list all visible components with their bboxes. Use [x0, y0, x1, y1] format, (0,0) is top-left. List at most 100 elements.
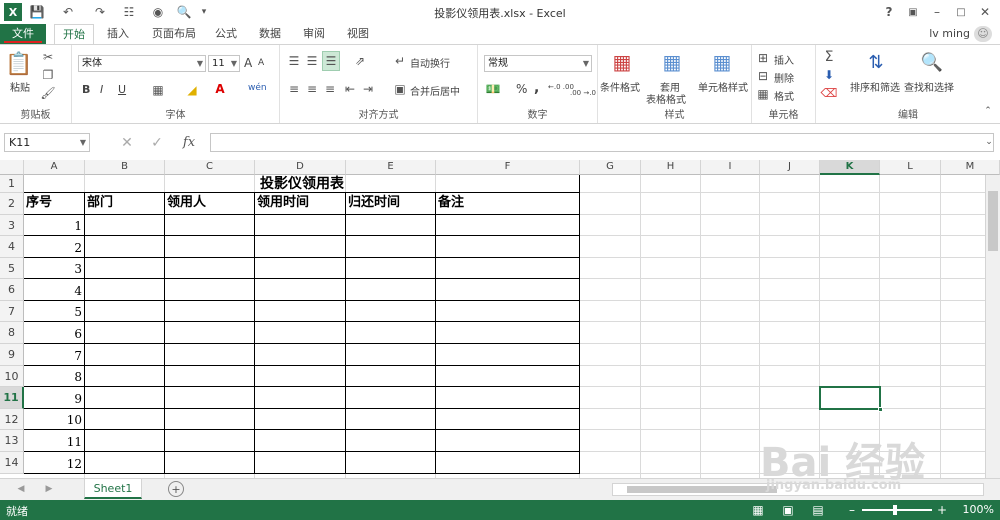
next-sheet-icon[interactable]: ▶ — [42, 482, 56, 496]
zoom-out-icon[interactable]: – — [846, 502, 858, 518]
wrap-text-icon[interactable]: ↵ — [392, 53, 408, 69]
horizontal-scroll-thumb[interactable] — [627, 486, 777, 493]
sequence-number-cell[interactable]: 12 — [24, 452, 82, 474]
sequence-number-cell[interactable]: 11 — [24, 430, 82, 452]
fill-color-icon[interactable]: ◢ — [184, 82, 200, 98]
close-icon[interactable]: ✕ — [976, 3, 994, 21]
row-header-7[interactable]: 7 — [0, 301, 24, 322]
column-header-f[interactable]: F — [436, 160, 580, 175]
align-middle-icon[interactable]: ☰ — [304, 53, 320, 69]
comma-button[interactable]: , — [534, 80, 539, 96]
page-break-view-icon[interactable]: ▤ — [810, 502, 826, 518]
insert-cells-button[interactable]: 插入 — [774, 52, 794, 67]
merge-center-button[interactable]: 合并后居中 — [410, 83, 460, 98]
tab-home[interactable]: 开始 — [54, 24, 94, 45]
phonetic-button[interactable]: wén — [248, 83, 267, 93]
underline-button[interactable]: U — [118, 83, 126, 96]
cut-icon[interactable]: ✂ — [40, 49, 56, 65]
column-header-l[interactable]: L — [880, 160, 941, 175]
align-top-icon[interactable]: ☰ — [286, 53, 302, 69]
align-center-icon[interactable]: ≡ — [304, 81, 320, 97]
expand-formula-icon[interactable]: ⌄ — [982, 135, 996, 149]
sequence-number-cell[interactable]: 1 — [24, 215, 82, 236]
avatar-icon[interactable]: ☺ — [974, 26, 992, 42]
select-all-corner[interactable] — [0, 160, 24, 175]
row-header-5[interactable]: 5 — [0, 258, 24, 279]
sequence-number-cell[interactable]: 7 — [24, 344, 82, 366]
formula-input[interactable] — [210, 133, 994, 152]
help-button[interactable]: ? — [882, 3, 896, 21]
row-header-1[interactable]: 1 — [0, 175, 24, 193]
column-header-d[interactable]: D — [255, 160, 346, 175]
sheet-tab-sheet1[interactable]: Sheet1 — [84, 479, 142, 499]
sequence-number-cell[interactable]: 2 — [24, 236, 82, 258]
tab-formulas[interactable]: 公式 — [208, 24, 244, 44]
row-header-12[interactable]: 12 — [0, 409, 24, 430]
row-header-2[interactable]: 2 — [0, 193, 24, 215]
column-header-a[interactable]: A — [24, 160, 85, 175]
paste-button[interactable]: 粘贴 — [10, 79, 30, 94]
paste-icon[interactable]: 📋 — [5, 51, 32, 77]
normal-view-icon[interactable]: ▦ — [750, 502, 766, 518]
align-left-icon[interactable]: ≡ — [286, 81, 302, 97]
decrease-indent-icon[interactable]: ⇤ — [342, 81, 358, 97]
align-bottom-icon[interactable]: ☰ — [322, 51, 340, 71]
font-color-icon[interactable]: A — [212, 81, 228, 97]
row-header-9[interactable]: 9 — [0, 344, 24, 366]
percent-button[interactable]: % — [516, 82, 527, 96]
sequence-number-cell[interactable]: 9 — [24, 387, 82, 409]
column-header-e[interactable]: E — [346, 160, 436, 175]
ribbon-display-icon[interactable]: ▣ — [904, 3, 922, 21]
increase-indent-icon[interactable]: ⇥ — [360, 81, 376, 97]
tab-file[interactable]: 文件 — [0, 24, 46, 44]
autosum-icon[interactable]: Σ — [822, 49, 836, 65]
vertical-scroll-thumb[interactable] — [988, 191, 998, 251]
row-header-11[interactable]: 11 — [0, 387, 24, 409]
format-painter-icon[interactable]: 🖌 — [40, 85, 56, 101]
format-table-icon[interactable]: ▦ — [660, 49, 684, 75]
column-header-c[interactable]: C — [165, 160, 255, 175]
format-table-label-2[interactable]: 表格格式 — [646, 91, 686, 106]
sequence-number-cell[interactable]: 8 — [24, 366, 82, 387]
font-name-select[interactable]: 宋体 ▼ — [78, 55, 206, 72]
wrap-text-button[interactable]: 自动换行 — [410, 55, 450, 70]
delete-cells-icon[interactable]: ⊟ — [756, 69, 770, 83]
sequence-number-cell[interactable]: 4 — [24, 279, 82, 301]
tab-view[interactable]: 视图 — [340, 24, 376, 44]
page-layout-view-icon[interactable]: ▣ — [780, 502, 796, 518]
bold-button[interactable]: B — [82, 83, 90, 96]
row-header-4[interactable]: 4 — [0, 236, 24, 258]
row-header-6[interactable]: 6 — [0, 279, 24, 301]
copy-icon[interactable]: ❐ — [40, 67, 56, 83]
column-header-k[interactable]: K — [820, 160, 880, 175]
row-header-8[interactable]: 8 — [0, 322, 24, 344]
column-header-j[interactable]: J — [760, 160, 820, 175]
column-header-b[interactable]: B — [85, 160, 165, 175]
conditional-format-icon[interactable]: ▦ — [610, 49, 634, 75]
cell-styles-icon[interactable]: ▦ — [710, 49, 734, 75]
minimize-icon[interactable]: – — [928, 3, 946, 21]
row-header-14[interactable]: 14 — [0, 452, 24, 474]
column-header-h[interactable]: H — [641, 160, 701, 175]
sort-filter-icon[interactable]: ⇅ — [864, 49, 888, 75]
maximize-icon[interactable]: □ — [952, 3, 970, 21]
column-header-i[interactable]: I — [701, 160, 760, 175]
format-cells-icon[interactable]: ▦ — [756, 87, 770, 101]
column-header-m[interactable]: M — [941, 160, 1000, 175]
sequence-number-cell[interactable]: 3 — [24, 258, 82, 279]
selected-cell-k11[interactable] — [819, 386, 883, 412]
prev-sheet-icon[interactable]: ◀ — [14, 482, 28, 496]
cell-styles-button[interactable]: 单元格样式 — [698, 79, 748, 94]
conditional-format-button[interactable]: 条件格式 — [600, 79, 640, 94]
number-format-select[interactable]: 常规 ▼ — [484, 55, 592, 72]
insert-cells-icon[interactable]: ⊞ — [756, 51, 770, 65]
user-name[interactable]: lv ming — [900, 24, 970, 44]
row-header-13[interactable]: 13 — [0, 430, 24, 452]
insert-function-icon[interactable]: fx — [178, 133, 200, 152]
column-header-g[interactable]: G — [580, 160, 641, 175]
sequence-number-cell[interactable]: 5 — [24, 301, 82, 322]
clear-icon[interactable]: ⌫ — [821, 85, 838, 101]
cancel-entry-icon[interactable]: ✕ — [118, 133, 136, 152]
delete-cells-button[interactable]: 删除 — [774, 70, 794, 85]
sort-filter-button[interactable]: 排序和筛选 — [850, 79, 900, 94]
